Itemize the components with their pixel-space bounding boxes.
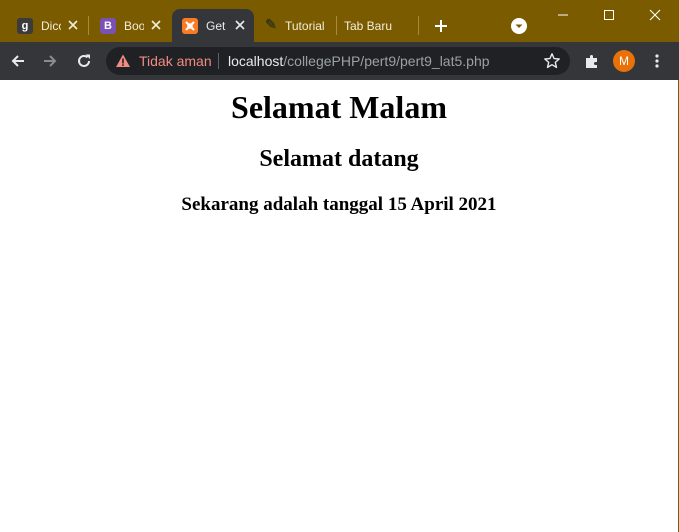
address-separator bbox=[218, 53, 219, 69]
reload-button[interactable] bbox=[72, 49, 96, 73]
tab-separator bbox=[88, 16, 89, 35]
forward-button[interactable] bbox=[38, 49, 62, 73]
bookmark-star-icon[interactable] bbox=[543, 52, 561, 70]
tab-new-tab[interactable]: Tab Baru bbox=[338, 9, 416, 42]
profile-avatar[interactable]: M bbox=[613, 50, 635, 72]
tab-title: Dicoding bbox=[41, 18, 61, 33]
tab-tutorial[interactable]: ✎ Tutorial bbox=[256, 9, 334, 42]
browser-menu-button[interactable] bbox=[645, 49, 669, 73]
arrow-right-icon bbox=[44, 55, 57, 67]
tab-get-active[interactable]: Get bbox=[172, 9, 254, 42]
url-path: /collegePHP/pert9/pert9_lat5.php bbox=[283, 53, 490, 69]
maximize-icon bbox=[604, 10, 614, 20]
tab-separator bbox=[336, 16, 337, 35]
url-text[interactable]: localhost/collegePHP/pert9/pert9_lat5.ph… bbox=[228, 53, 490, 69]
warning-triangle-icon[interactable] bbox=[115, 53, 131, 69]
url-host: localhost bbox=[228, 53, 284, 69]
maximize-button[interactable] bbox=[586, 0, 632, 30]
extensions-button[interactable] bbox=[580, 49, 604, 73]
dicoding-favicon-icon: g bbox=[17, 17, 33, 34]
tab-title: Tutorial bbox=[285, 18, 325, 33]
minimize-button[interactable] bbox=[540, 0, 586, 30]
page-viewport: Selamat Malam Selamat datang Sekarang ad… bbox=[0, 80, 678, 532]
tab-separator bbox=[418, 16, 419, 35]
title-bar: g Dicoding B Bootstrap Get ✎ Tutorial Ta… bbox=[0, 0, 679, 42]
arrow-left-icon bbox=[11, 55, 24, 67]
close-icon bbox=[649, 9, 661, 21]
close-window-button[interactable] bbox=[632, 0, 678, 30]
security-status-label[interactable]: Tidak aman bbox=[139, 53, 212, 69]
minimize-icon bbox=[558, 14, 568, 16]
back-button[interactable] bbox=[6, 49, 30, 73]
greeting-heading: Selamat Malam bbox=[231, 89, 447, 125]
puzzle-piece-icon bbox=[586, 55, 597, 68]
tutorial-favicon-icon: ✎ bbox=[265, 18, 277, 33]
tab-search-button[interactable] bbox=[509, 16, 529, 36]
new-tab-button[interactable] bbox=[429, 14, 453, 38]
tab-dicoding[interactable]: g Dicoding bbox=[9, 9, 87, 42]
tab-title: Get bbox=[206, 18, 226, 33]
address-bar[interactable]: Tidak aman localhost/collegePHP/pert9/pe… bbox=[106, 47, 570, 75]
close-tab-icon[interactable] bbox=[65, 17, 81, 33]
plus-icon bbox=[435, 20, 447, 32]
close-tab-icon[interactable] bbox=[232, 17, 248, 33]
browser-toolbar: Tidak aman localhost/collegePHP/pert9/pe… bbox=[0, 42, 679, 80]
welcome-heading: Selamat datang bbox=[259, 146, 419, 172]
close-tab-icon[interactable] bbox=[148, 17, 164, 33]
date-heading: Sekarang adalah tanggal 15 April 2021 bbox=[181, 194, 497, 215]
reload-icon bbox=[78, 54, 90, 67]
chevron-down-circle-icon bbox=[511, 18, 527, 34]
tab-title: Bootstrap bbox=[124, 18, 144, 33]
tab-title: Tab Baru bbox=[344, 18, 393, 33]
more-vertical-icon bbox=[655, 54, 659, 68]
xampp-favicon-icon bbox=[182, 17, 198, 34]
tab-bootstrap[interactable]: B Bootstrap bbox=[92, 9, 170, 42]
bootstrap-favicon-icon: B bbox=[100, 17, 116, 34]
